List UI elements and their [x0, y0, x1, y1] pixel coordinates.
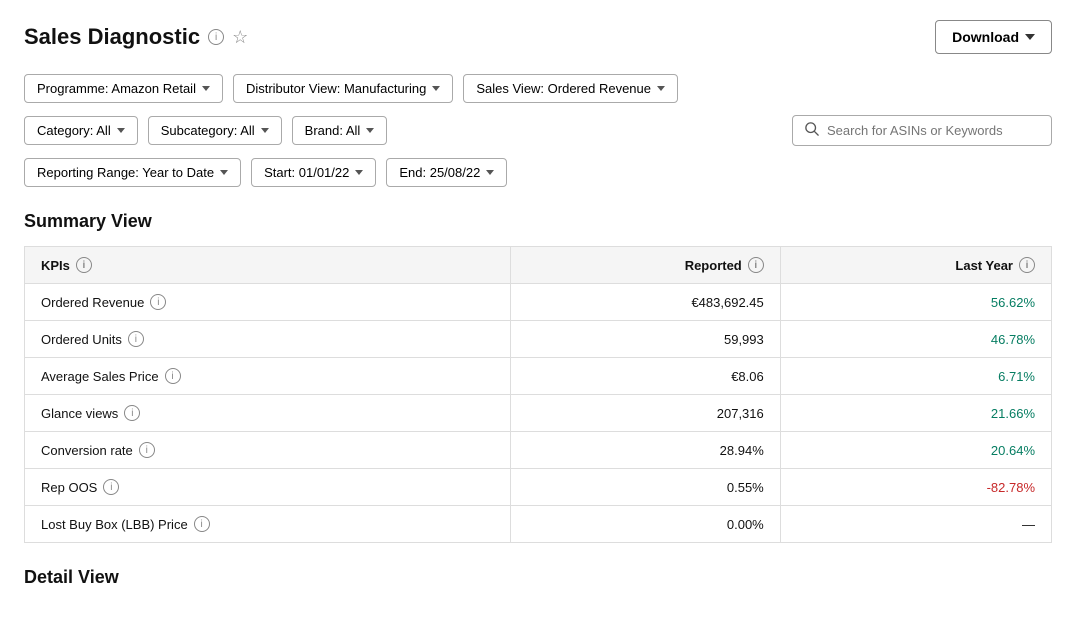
page-title: Sales Diagnostic [24, 24, 200, 50]
summary-table: KPIs i Reported i Last Year i Ordered Re… [24, 246, 1052, 543]
reported-info-icon[interactable]: i [748, 257, 764, 273]
table-row: Average Sales Pricei€8.066.71% [25, 358, 1052, 395]
start-date-label: Start: 01/01/22 [264, 165, 349, 180]
table-row: Lost Buy Box (LBB) Pricei0.00%— [25, 506, 1052, 543]
table-row: Ordered Revenuei€483,692.4556.62% [25, 284, 1052, 321]
col-reported-header: Reported i [510, 247, 780, 284]
row-info-icon[interactable]: i [103, 479, 119, 495]
reported-cell: 0.00% [510, 506, 780, 543]
table-row: Glance viewsi207,31621.66% [25, 395, 1052, 432]
chevron-down-icon [117, 128, 125, 133]
brand-filter[interactable]: Brand: All [292, 116, 388, 145]
reported-cell: 59,993 [510, 321, 780, 358]
row-info-icon[interactable]: i [139, 442, 155, 458]
distributor-filter[interactable]: Distributor View: Manufacturing [233, 74, 453, 103]
reported-cell: €483,692.45 [510, 284, 780, 321]
category-filter[interactable]: Category: All [24, 116, 138, 145]
lastyear-cell: 6.71% [780, 358, 1051, 395]
chevron-down-icon [366, 128, 374, 133]
lastyear-cell: 46.78% [780, 321, 1051, 358]
kpi-cell: Glance viewsi [25, 395, 511, 432]
lastyear-cell: -82.78% [780, 469, 1051, 506]
subcategory-filter-label: Subcategory: All [161, 123, 255, 138]
title-area: Sales Diagnostic i ☆ [24, 24, 248, 50]
page-header: Sales Diagnostic i ☆ Download [24, 20, 1052, 54]
filters-row-1: Programme: Amazon Retail Distributor Vie… [24, 74, 1052, 103]
lastyear-cell: 20.64% [780, 432, 1051, 469]
chevron-down-icon [355, 170, 363, 175]
search-bar[interactable] [792, 115, 1052, 146]
lastyear-cell: 21.66% [780, 395, 1051, 432]
sales-view-filter-label: Sales View: Ordered Revenue [476, 81, 651, 96]
lastyear-cell: — [780, 506, 1051, 543]
kpi-cell: Ordered Revenuei [25, 284, 511, 321]
chevron-down-icon [1025, 34, 1035, 40]
start-date-filter[interactable]: Start: 01/01/22 [251, 158, 376, 187]
reported-cell: 28.94% [510, 432, 780, 469]
chevron-down-icon [486, 170, 494, 175]
search-input[interactable] [827, 123, 1039, 138]
kpi-cell: Average Sales Pricei [25, 358, 511, 395]
row-info-icon[interactable]: i [194, 516, 210, 532]
col-lastyear-header: Last Year i [780, 247, 1051, 284]
summary-title: Summary View [24, 211, 1052, 232]
subcategory-filter[interactable]: Subcategory: All [148, 116, 282, 145]
chevron-down-icon [261, 128, 269, 133]
reporting-range-filter[interactable]: Reporting Range: Year to Date [24, 158, 241, 187]
kpi-info-icon[interactable]: i [76, 257, 92, 273]
chevron-down-icon [657, 86, 665, 91]
download-button[interactable]: Download [935, 20, 1052, 54]
chevron-down-icon [220, 170, 228, 175]
col-kpi-header: KPIs i [25, 247, 511, 284]
search-icon [805, 122, 819, 139]
end-date-label: End: 25/08/22 [399, 165, 480, 180]
download-label: Download [952, 29, 1019, 45]
filters-row-2: Category: All Subcategory: All Brand: Al… [24, 116, 387, 145]
row-info-icon[interactable]: i [150, 294, 166, 310]
table-row: Ordered Unitsi59,99346.78% [25, 321, 1052, 358]
reported-cell: 0.55% [510, 469, 780, 506]
end-date-filter[interactable]: End: 25/08/22 [386, 158, 507, 187]
reported-cell: €8.06 [510, 358, 780, 395]
chevron-down-icon [432, 86, 440, 91]
chevron-down-icon [202, 86, 210, 91]
programme-filter-label: Programme: Amazon Retail [37, 81, 196, 96]
row-info-icon[interactable]: i [128, 331, 144, 347]
programme-filter[interactable]: Programme: Amazon Retail [24, 74, 223, 103]
star-icon[interactable]: ☆ [232, 27, 248, 48]
category-filter-label: Category: All [37, 123, 111, 138]
distributor-filter-label: Distributor View: Manufacturing [246, 81, 426, 96]
lastyear-info-icon[interactable]: i [1019, 257, 1035, 273]
sales-view-filter[interactable]: Sales View: Ordered Revenue [463, 74, 678, 103]
kpi-cell: Rep OOSi [25, 469, 511, 506]
table-row: Rep OOSi0.55%-82.78% [25, 469, 1052, 506]
info-icon[interactable]: i [208, 29, 224, 45]
kpi-cell: Conversion ratei [25, 432, 511, 469]
filters-row-3: Reporting Range: Year to Date Start: 01/… [24, 158, 1052, 187]
reporting-range-label: Reporting Range: Year to Date [37, 165, 214, 180]
lastyear-cell: 56.62% [780, 284, 1051, 321]
brand-filter-label: Brand: All [305, 123, 361, 138]
reported-cell: 207,316 [510, 395, 780, 432]
row-info-icon[interactable]: i [124, 405, 140, 421]
kpi-cell: Lost Buy Box (LBB) Pricei [25, 506, 511, 543]
detail-title: Detail View [24, 567, 1052, 588]
kpi-cell: Ordered Unitsi [25, 321, 511, 358]
row-info-icon[interactable]: i [165, 368, 181, 384]
table-row: Conversion ratei28.94%20.64% [25, 432, 1052, 469]
